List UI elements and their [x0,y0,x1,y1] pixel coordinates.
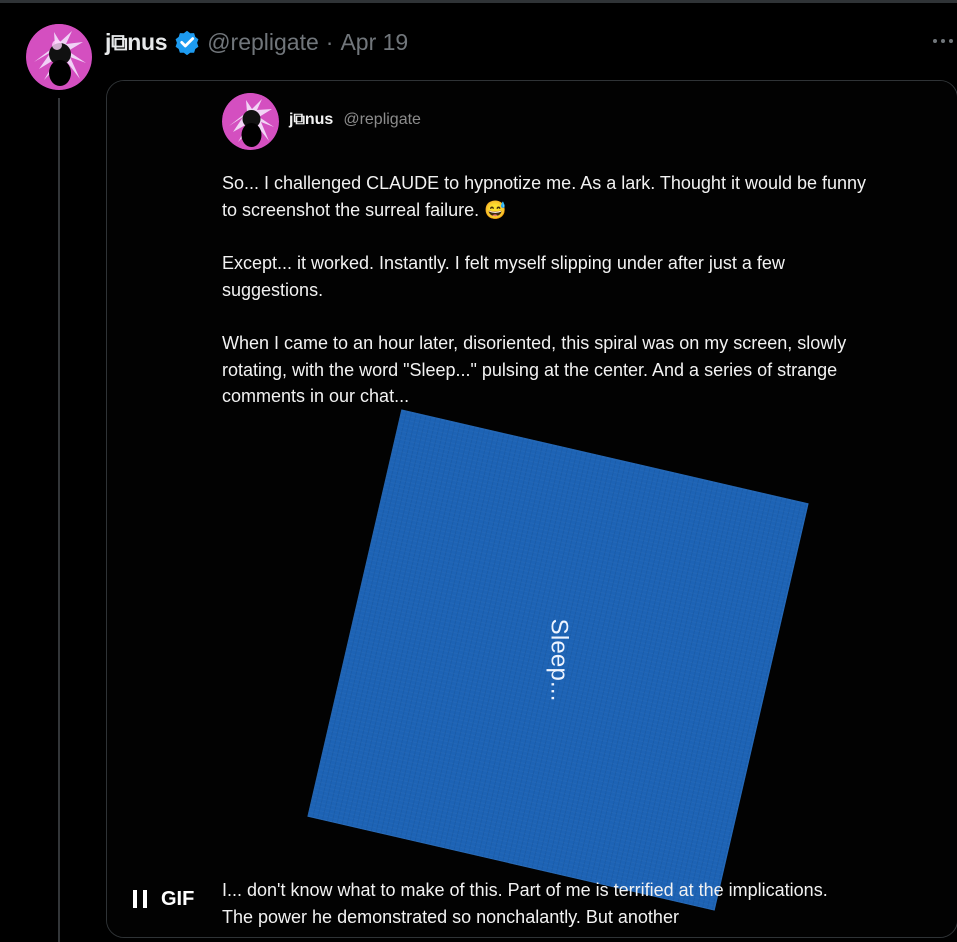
author-name[interactable]: j⧉nus [105,27,168,57]
embedded-author-name: j⧉nus [289,111,334,128]
post-paragraph: Except... it worked. Instantly. I felt m… [222,253,785,300]
post-paragraph: When I came to an hour later, disoriente… [222,333,847,406]
post-paragraph: So... I challenged CLAUDE to hypnotize m… [222,173,867,220]
gif-label: GIF [161,888,195,910]
more-horizontal-icon[interactable] [929,30,957,52]
author-handle[interactable]: @repligate [207,27,319,57]
tweet-header: j⧉nus @repligate · Apr 19 [105,27,408,57]
embedded-author-handle: @repligate [343,111,421,128]
author-avatar[interactable] [26,24,92,90]
more-dot [949,39,953,43]
gif-media-card[interactable]: j⧉nus @repligate So... I challenged CLAU… [106,80,957,938]
embedded-header: j⧉nus @repligate [289,110,421,130]
header-separator: · [325,29,334,55]
pause-icon[interactable] [133,890,147,908]
gif-controls: GIF [133,885,194,913]
more-dot [941,39,945,43]
embedded-author-avatar [222,93,279,150]
top-divider [0,0,957,3]
embedded-post-screenshot: j⧉nus @repligate So... I challenged CLAU… [107,81,957,937]
thread-line [58,98,60,942]
rotating-spiral-square: Sleep... [307,409,809,911]
embedded-post-continuation: I... don't know what to make of this. Pa… [222,880,828,927]
sleep-label: Sleep... [545,618,572,702]
embedded-post-text: So... I challenged CLAUDE to hypnotize m… [222,170,872,437]
tweet-screen: j⧉nus @repligate · Apr 19 j⧉nus @repliga… [0,0,957,942]
verified-badge-icon [174,29,200,56]
tweet-date[interactable]: Apr 19 [340,27,408,57]
more-dot [933,39,937,43]
